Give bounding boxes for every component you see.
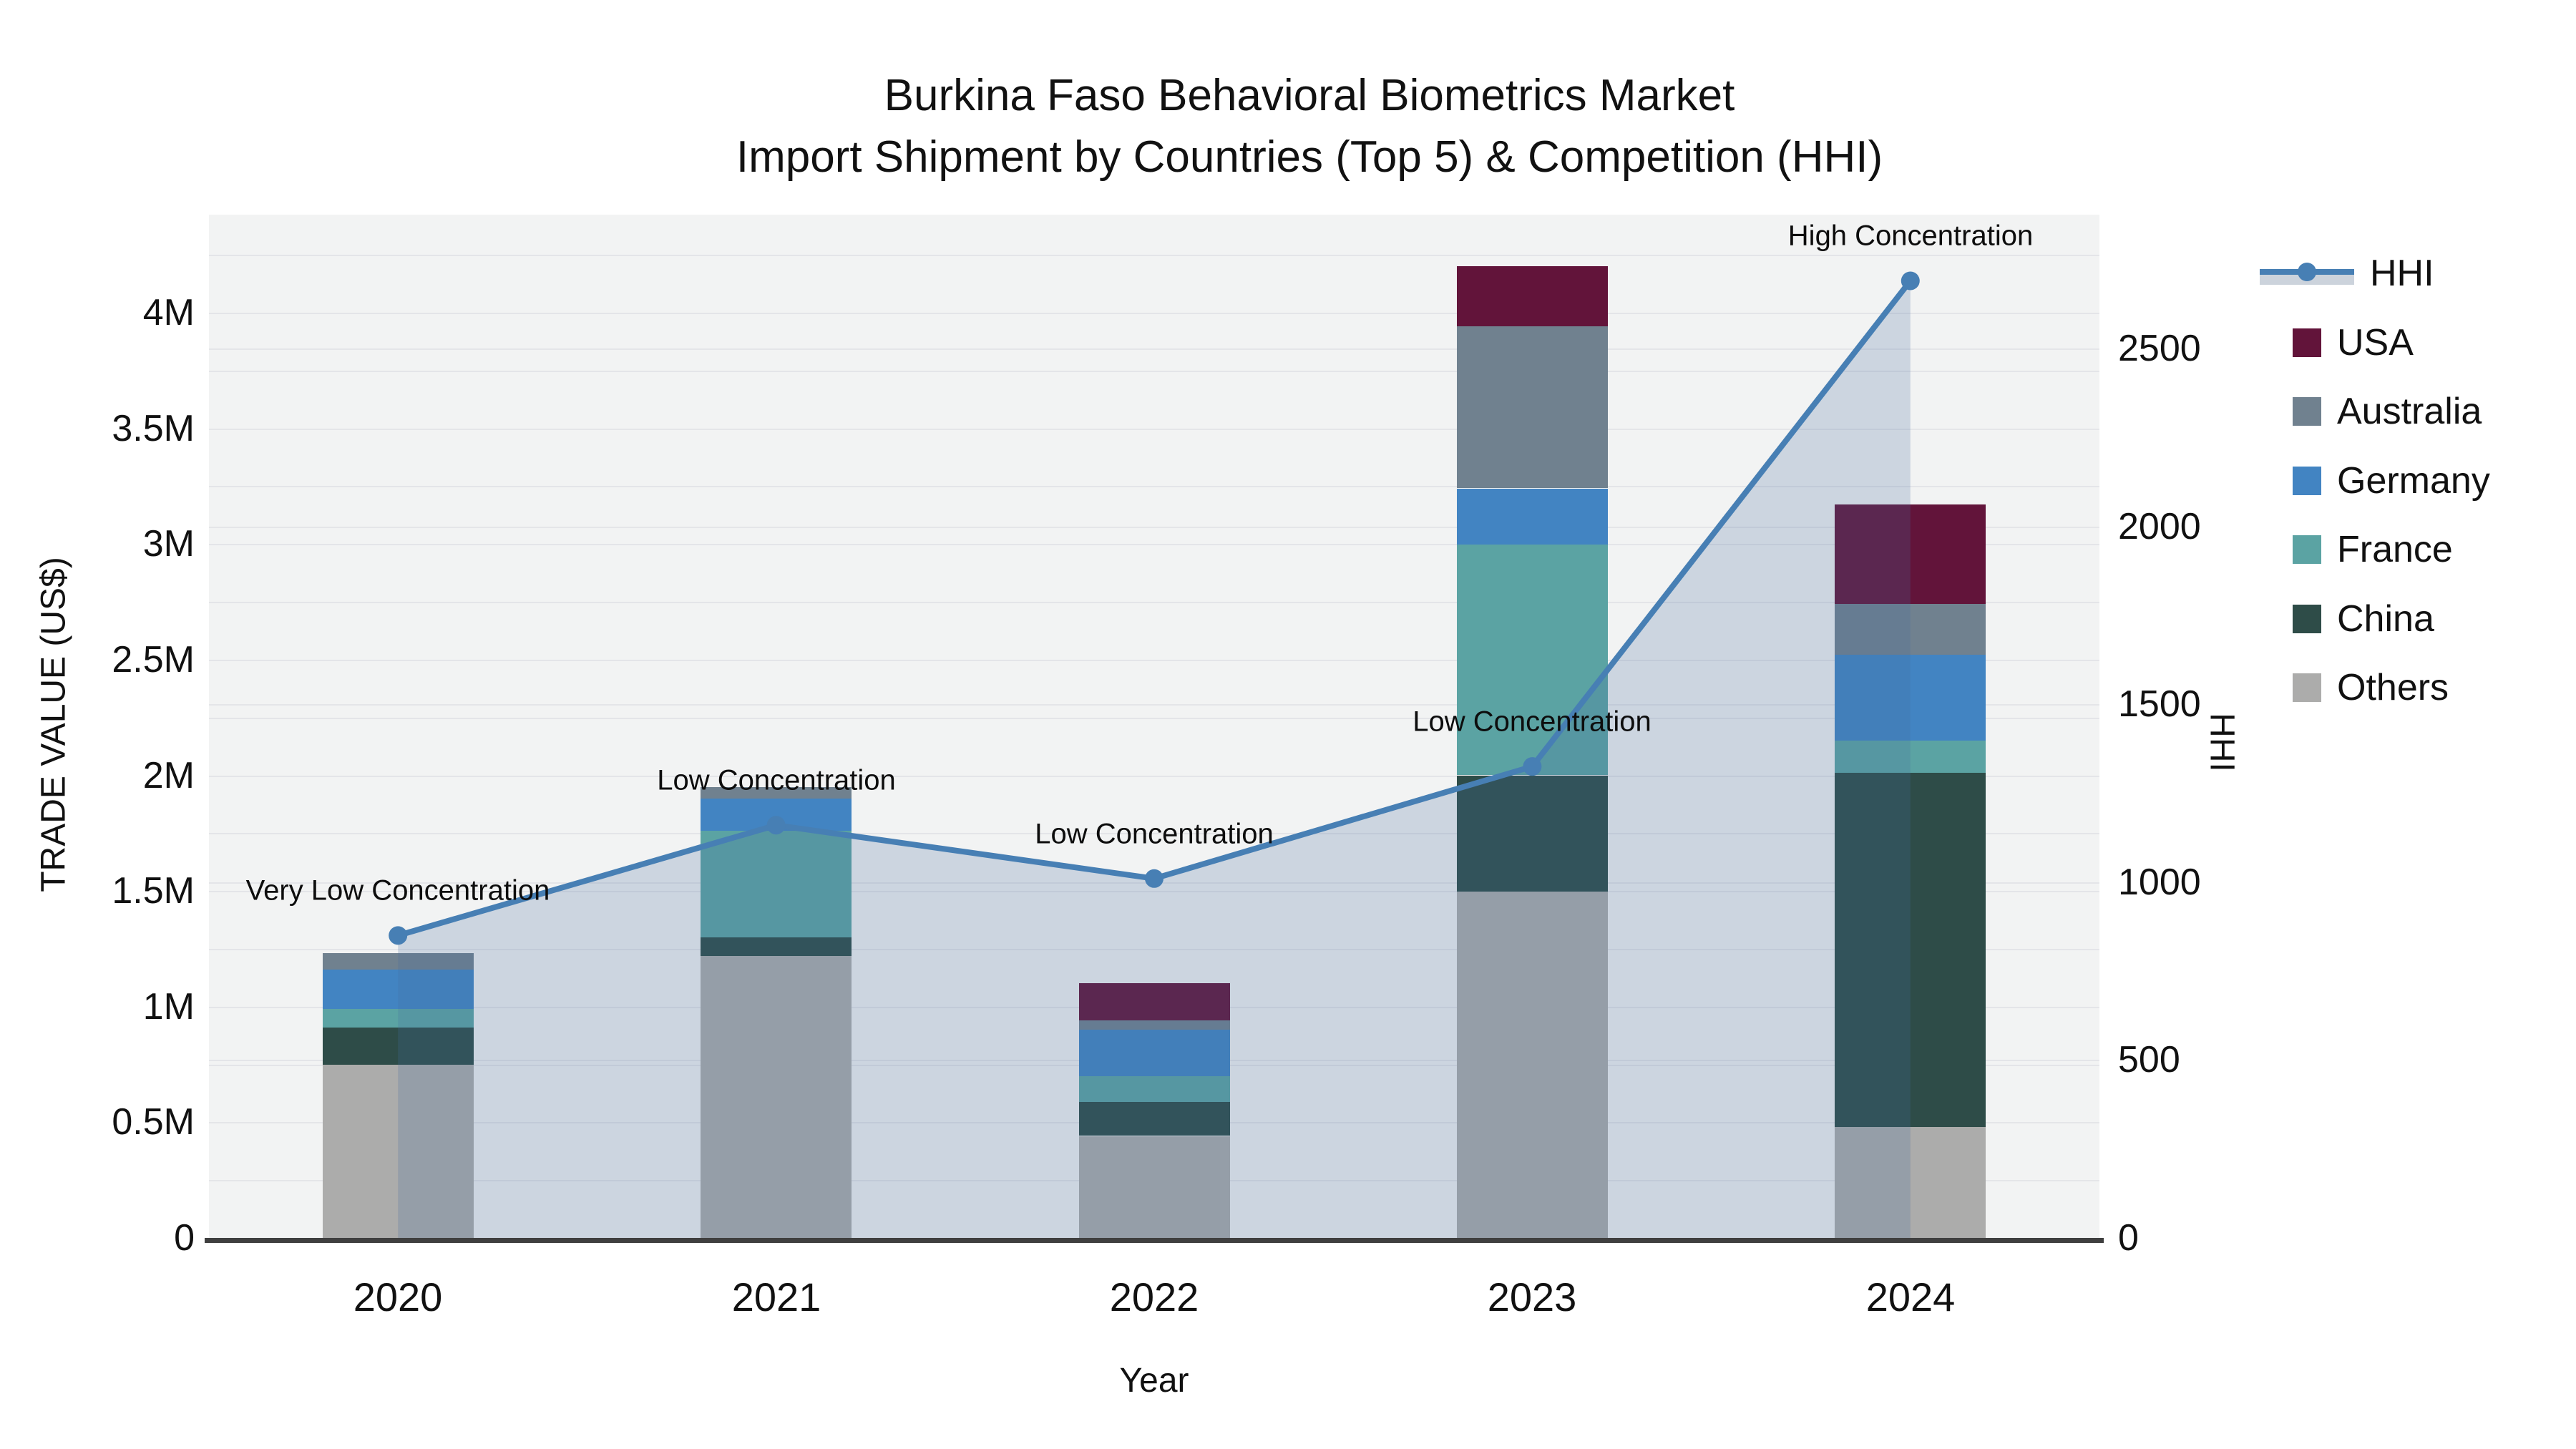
y-left-tick-label: 4M: [142, 292, 195, 333]
y-right-tick-label: 1000: [2118, 862, 2201, 903]
legend-label: USA: [2337, 322, 2414, 364]
bar-2024-usa: [1835, 504, 1986, 604]
hhi-legend-marker-dot: [2298, 263, 2316, 281]
gridline-left: [209, 429, 2099, 430]
bar-2020-china: [323, 1028, 474, 1065]
y-left-axis-title: TRADE VALUE (US$): [34, 557, 73, 892]
y-right-tick-label: 2000: [2118, 506, 2201, 547]
gridline-right: [209, 527, 2099, 528]
chart-title-line1: Burkina Faso Behavioral Biometrics Marke…: [884, 71, 1735, 120]
legend-swatch-france: [2293, 535, 2321, 564]
bar-2022-australia: [1079, 1020, 1230, 1030]
figure: Burkina Faso Behavioral Biometrics Marke…: [0, 0, 2576, 1449]
y-right-tick-label: 500: [2118, 1039, 2180, 1080]
annotation-2020: Very Low Concentration: [245, 874, 550, 907]
bar-2022-usa: [1079, 983, 1230, 1020]
annotation-2022: Low Concentration: [1035, 818, 1274, 850]
gridline-left: [209, 660, 2099, 661]
legend-item-usa[interactable]: USA: [2293, 321, 2414, 364]
gridline-left: [209, 718, 2099, 719]
x-tick-label-2020: 2020: [353, 1274, 443, 1319]
bar-2024-france: [1835, 741, 1986, 773]
bar-2020-australia: [323, 953, 474, 970]
y-right-tick-label: 2500: [2118, 328, 2201, 369]
bar-2020-others: [323, 1065, 474, 1238]
legend-item-hhi[interactable]: HHI: [2260, 252, 2434, 295]
annotation-2024: High Concentration: [1787, 220, 2034, 252]
legend-swatch-usa: [2293, 328, 2321, 357]
y-right-axis-title: HHI: [2202, 713, 2241, 772]
bar-2020-germany: [323, 970, 474, 1009]
bar-2024-australia: [1835, 604, 1986, 655]
legend-swatch-others: [2293, 673, 2321, 702]
x-tick-label-2022: 2022: [1109, 1274, 1199, 1319]
annotation-2023: Low Concentration: [1413, 706, 1652, 738]
y-left-tick-label: 0: [174, 1217, 195, 1259]
x-tick-label-2024: 2024: [1865, 1274, 1956, 1319]
legend-label: France: [2337, 529, 2453, 570]
x-axis-line: [205, 1238, 2104, 1243]
bar-2023-usa: [1457, 266, 1608, 326]
bar-2023-australia: [1457, 326, 1608, 488]
legend-label: HHI: [2370, 253, 2434, 294]
legend-item-australia[interactable]: Australia: [2293, 390, 2482, 433]
gridline-left: [209, 776, 2099, 777]
bar-2022-germany: [1079, 1030, 1230, 1076]
legend-swatch-australia: [2293, 397, 2321, 426]
gridline-right: [209, 704, 2099, 706]
legend-item-france[interactable]: France: [2293, 528, 2453, 571]
x-tick-label-2021: 2021: [731, 1274, 821, 1319]
chart-title-line2: Import Shipment by Countries (Top 5) & C…: [736, 132, 1883, 182]
gridline-right: [209, 348, 2099, 350]
legend-item-germany[interactable]: Germany: [2293, 459, 2490, 502]
annotation-2021: Low Concentration: [657, 764, 896, 796]
legend-swatch-germany: [2293, 467, 2321, 495]
bar-2024-others: [1835, 1127, 1986, 1238]
x-axis-title: Year: [1119, 1362, 1189, 1400]
bar-2024-germany: [1835, 655, 1986, 741]
y-left-tick-label: 0.5M: [112, 1101, 195, 1143]
legend-label: Others: [2337, 667, 2449, 708]
x-tick-label-2023: 2023: [1487, 1274, 1577, 1319]
gridline-left: [209, 255, 2099, 256]
legend-label: China: [2337, 598, 2434, 640]
bar-2023-germany: [1457, 489, 1608, 545]
bar-2023-others: [1457, 891, 1608, 1238]
bar-2024-china: [1835, 773, 1986, 1127]
bar-2022-china: [1079, 1101, 1230, 1136]
gridline-left: [209, 486, 2099, 487]
legend-label: Australia: [2337, 391, 2482, 432]
bar-2023-china: [1457, 776, 1608, 892]
bar-2021-others: [701, 956, 852, 1238]
bar-2022-france: [1079, 1076, 1230, 1102]
gridline-left: [209, 544, 2099, 545]
bar-2021-germany: [701, 799, 852, 831]
legend-label: Germany: [2337, 460, 2490, 502]
bar-2021-france: [701, 831, 852, 937]
gridline-left: [209, 602, 2099, 603]
bar-2023-france: [1457, 544, 1608, 775]
legend-item-china[interactable]: China: [2293, 597, 2434, 640]
bar-2021-china: [701, 937, 852, 956]
y-left-tick-label: 1M: [142, 986, 195, 1028]
legend-swatch-china: [2293, 605, 2321, 633]
hhi-legend-sample-icon: [2260, 259, 2354, 288]
bar-2022-others: [1079, 1136, 1230, 1238]
legend-item-others[interactable]: Others: [2293, 666, 2449, 709]
y-right-tick-label: 0: [2118, 1217, 2139, 1259]
y-left-tick-label: 3.5M: [112, 408, 195, 449]
gridline-left: [209, 949, 2099, 950]
gridline-left: [209, 371, 2099, 372]
gridline-left: [209, 313, 2099, 314]
bar-2020-france: [323, 1009, 474, 1028]
